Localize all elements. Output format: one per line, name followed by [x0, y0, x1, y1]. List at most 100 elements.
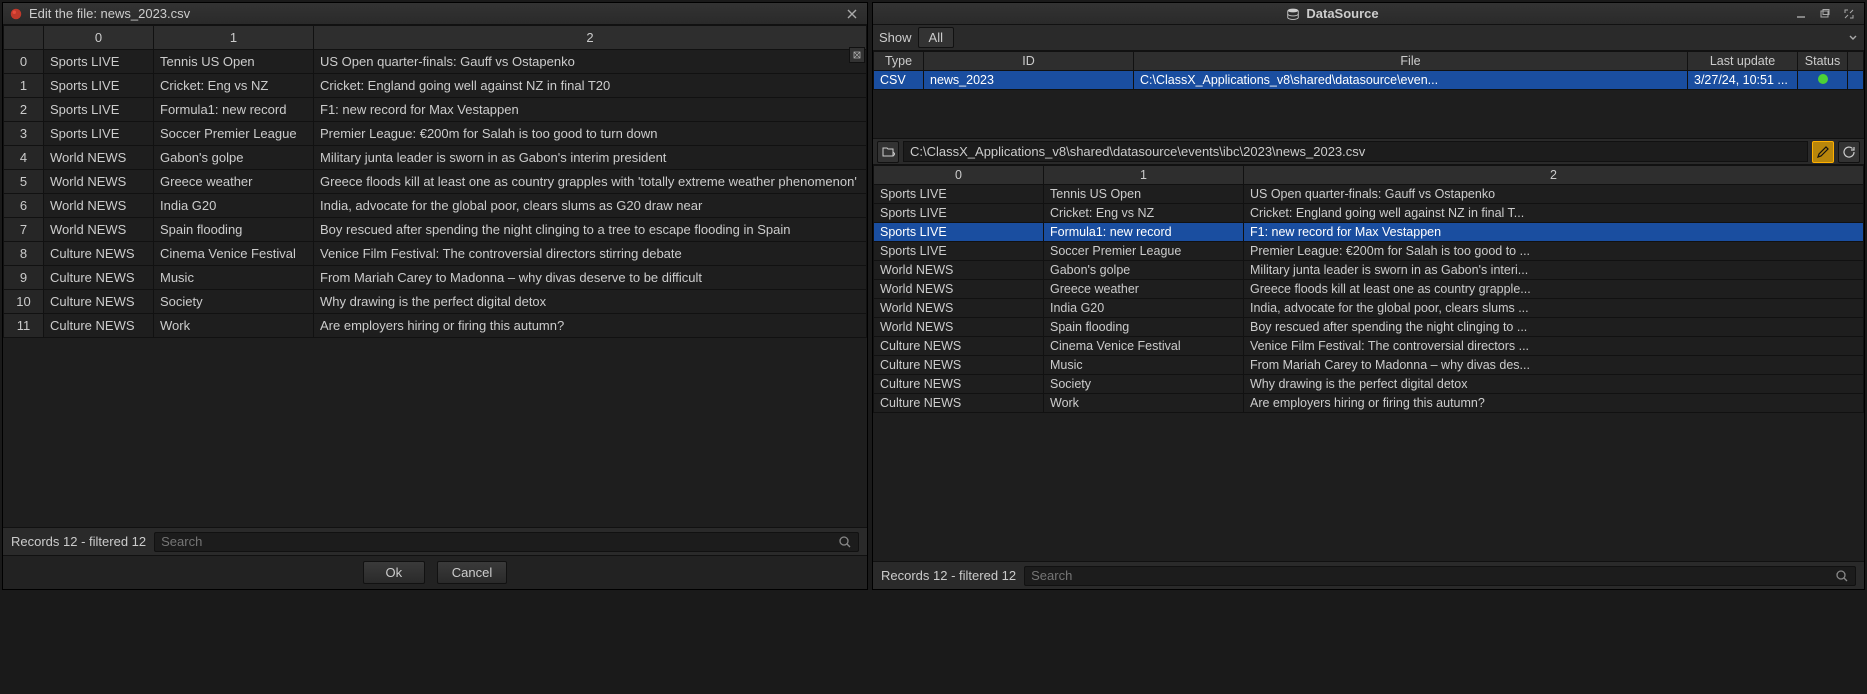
pv-col-2[interactable]: 2 — [1244, 166, 1864, 185]
cell[interactable]: World NEWS — [44, 194, 154, 218]
row-index[interactable]: 7 — [4, 218, 44, 242]
cell[interactable]: World NEWS — [44, 170, 154, 194]
cell[interactable]: World NEWS — [874, 318, 1044, 337]
cell[interactable]: US Open quarter-finals: Gauff vs Ostapen… — [314, 50, 867, 74]
cell[interactable]: Culture NEWS — [874, 356, 1044, 375]
cell[interactable]: Culture NEWS — [874, 375, 1044, 394]
search-icon[interactable] — [838, 535, 852, 549]
row-header-blank[interactable] — [4, 26, 44, 50]
row-index[interactable]: 4 — [4, 146, 44, 170]
table-row[interactable]: World NEWS India G20 India, advocate for… — [874, 299, 1864, 318]
cell[interactable]: World NEWS — [874, 261, 1044, 280]
cell[interactable]: World NEWS — [874, 299, 1044, 318]
col-file[interactable]: File — [1134, 52, 1688, 71]
cell[interactable]: Military junta leader is sworn in as Gab… — [1244, 261, 1864, 280]
cell[interactable]: Cricket: Eng vs NZ — [154, 74, 314, 98]
search-field[interactable] — [161, 534, 838, 549]
cell[interactable]: Sports LIVE — [44, 122, 154, 146]
cell[interactable]: World NEWS — [44, 218, 154, 242]
cell[interactable]: Culture NEWS — [44, 290, 154, 314]
cell[interactable]: Boy rescued after spending the night cli… — [314, 218, 867, 242]
cell[interactable]: Greece floods kill at least one as count… — [1244, 280, 1864, 299]
cell[interactable]: Sports LIVE — [874, 185, 1044, 204]
table-row[interactable]: 2 Sports LIVE Formula1: new record F1: n… — [4, 98, 867, 122]
cell[interactable]: Why drawing is the perfect digital detox — [314, 290, 867, 314]
cell[interactable]: Cinema Venice Festival — [154, 242, 314, 266]
cell[interactable]: Cinema Venice Festival — [1044, 337, 1244, 356]
table-row[interactable]: 10 Culture NEWS Society Why drawing is t… — [4, 290, 867, 314]
table-row[interactable]: 1 Sports LIVE Cricket: Eng vs NZ Cricket… — [4, 74, 867, 98]
cell[interactable]: Culture NEWS — [874, 337, 1044, 356]
cell[interactable]: Venice Film Festival: The controversial … — [1244, 337, 1864, 356]
table-row[interactable]: 0 Sports LIVE Tennis US Open US Open qua… — [4, 50, 867, 74]
table-row[interactable]: 8 Culture NEWS Cinema Venice Festival Ve… — [4, 242, 867, 266]
table-row[interactable]: Sports LIVE Tennis US Open US Open quart… — [874, 185, 1864, 204]
restore-icon[interactable] — [1816, 5, 1834, 23]
cell[interactable]: Sports LIVE — [874, 204, 1044, 223]
cell[interactable]: Venice Film Festival: The controversial … — [314, 242, 867, 266]
table-row[interactable]: Culture NEWS Work Are employers hiring o… — [874, 394, 1864, 413]
table-row[interactable]: World NEWS Spain flooding Boy rescued af… — [874, 318, 1864, 337]
cell[interactable]: Military junta leader is sworn in as Gab… — [314, 146, 867, 170]
search-input[interactable] — [154, 532, 859, 552]
table-row[interactable]: 6 World NEWS India G20 India, advocate f… — [4, 194, 867, 218]
pv-col-1[interactable]: 1 — [1044, 166, 1244, 185]
maximize-icon[interactable] — [1840, 5, 1858, 23]
row-index[interactable]: 6 — [4, 194, 44, 218]
table-row[interactable]: 7 World NEWS Spain flooding Boy rescued … — [4, 218, 867, 242]
pv-col-0[interactable]: 0 — [874, 166, 1044, 185]
cell[interactable]: Sports LIVE — [874, 242, 1044, 261]
cell[interactable]: Are employers hiring or firing this autu… — [314, 314, 867, 338]
search-input[interactable] — [1024, 566, 1856, 586]
cell[interactable]: US Open quarter-finals: Gauff vs Ostapen… — [1244, 185, 1864, 204]
cell[interactable]: Music — [1044, 356, 1244, 375]
cell[interactable]: Cricket: Eng vs NZ — [1044, 204, 1244, 223]
cell[interactable]: Sports LIVE — [44, 50, 154, 74]
cell[interactable]: Cricket: England going well against NZ i… — [314, 74, 867, 98]
cell[interactable]: World NEWS — [44, 146, 154, 170]
cell[interactable]: Culture NEWS — [44, 242, 154, 266]
cell[interactable]: India G20 — [1044, 299, 1244, 318]
open-file-icon[interactable] — [877, 141, 899, 163]
table-row[interactable]: 11 Culture NEWS Work Are employers hirin… — [4, 314, 867, 338]
row-index[interactable]: 2 — [4, 98, 44, 122]
cell[interactable]: Formula1: new record — [1044, 223, 1244, 242]
cell[interactable]: World NEWS — [874, 280, 1044, 299]
cell[interactable]: Formula1: new record — [154, 98, 314, 122]
datasource-row[interactable]: CSV news_2023 C:\ClassX_Applications_v8\… — [874, 71, 1864, 90]
cell[interactable]: Culture NEWS — [44, 314, 154, 338]
cell[interactable]: Premier League: €200m for Salah is too g… — [1244, 242, 1864, 261]
col-header-0[interactable]: 0 — [44, 26, 154, 50]
cell[interactable]: Gabon's golpe — [1044, 261, 1244, 280]
cell[interactable]: Soccer Premier League — [1044, 242, 1244, 261]
col-last[interactable]: Last update — [1688, 52, 1798, 71]
cell[interactable]: F1: new record for Max Vestappen — [314, 98, 867, 122]
cell[interactable]: Are employers hiring or firing this autu… — [1244, 394, 1864, 413]
col-status[interactable]: Status — [1798, 52, 1848, 71]
table-row[interactable]: Culture NEWS Cinema Venice Festival Veni… — [874, 337, 1864, 356]
cell[interactable]: Why drawing is the perfect digital detox — [1244, 375, 1864, 394]
row-index[interactable]: 3 — [4, 122, 44, 146]
cell[interactable]: Tennis US Open — [1044, 185, 1244, 204]
close-icon[interactable] — [843, 5, 861, 23]
cell[interactable]: Music — [154, 266, 314, 290]
cell[interactable]: Work — [154, 314, 314, 338]
cell[interactable]: Spain flooding — [154, 218, 314, 242]
cell[interactable]: Greece weather — [1044, 280, 1244, 299]
cancel-button[interactable]: Cancel — [437, 561, 507, 584]
row-index[interactable]: 1 — [4, 74, 44, 98]
search-icon[interactable] — [1835, 569, 1849, 583]
table-row[interactable]: Sports LIVE Cricket: Eng vs NZ Cricket: … — [874, 204, 1864, 223]
row-index[interactable]: 11 — [4, 314, 44, 338]
cell[interactable]: Spain flooding — [1044, 318, 1244, 337]
cell[interactable]: Culture NEWS — [874, 394, 1044, 413]
cell[interactable]: From Mariah Carey to Madonna – why divas… — [314, 266, 867, 290]
table-row[interactable]: Culture NEWS Society Why drawing is the … — [874, 375, 1864, 394]
table-row[interactable]: 5 World NEWS Greece weather Greece flood… — [4, 170, 867, 194]
datasource-list[interactable]: Type ID File Last update Status CSV news… — [873, 51, 1864, 139]
cell[interactable]: Gabon's golpe — [154, 146, 314, 170]
col-header-2[interactable]: 2 — [314, 26, 867, 50]
cell[interactable]: Society — [154, 290, 314, 314]
cell[interactable]: India, advocate for the global poor, cle… — [1244, 299, 1864, 318]
edit-icon[interactable] — [1812, 141, 1834, 163]
